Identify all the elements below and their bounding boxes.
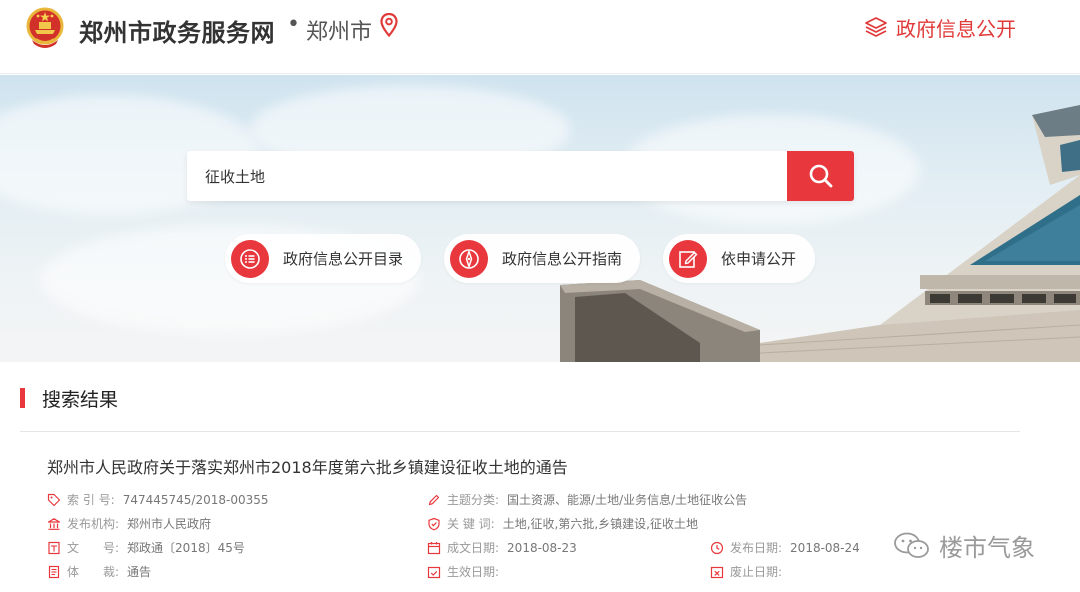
meta-value: 通告 bbox=[127, 565, 152, 579]
quick-link-label: 政府信息公开目录 bbox=[282, 250, 403, 268]
meta-value: 土地,征收,第六批,乡镇建设,征收土地 bbox=[502, 517, 698, 531]
meta-key: 索 引 号: bbox=[67, 493, 115, 507]
city-name[interactable]: 郑州市 bbox=[306, 14, 372, 46]
gov-info-disclosure-label: 政府信息公开 bbox=[896, 16, 1016, 41]
meta-value: 郑州市人民政府 bbox=[127, 517, 212, 531]
meta-publish-date: 发布日期: 2018-08-24 bbox=[710, 539, 860, 556]
national-emblem-logo[interactable] bbox=[24, 6, 66, 50]
page: 郑州市政务服务网 • 郑州市 政府信息公开 征收土地 政府信息公开目录 政府信息… bbox=[0, 0, 1080, 592]
meta-index-number: 索 引 号: 747445745/2018-00355 bbox=[47, 491, 269, 508]
quick-link-disclosure-guide[interactable]: 政府信息公开指南 bbox=[444, 234, 640, 283]
tag-icon bbox=[47, 493, 61, 506]
building-illustration bbox=[560, 105, 1080, 362]
list-icon bbox=[231, 239, 269, 278]
meta-publishing-org: 发布机构: 郑州市人民政府 bbox=[47, 515, 211, 532]
meta-value: 2018-08-23 bbox=[507, 540, 577, 555]
watermark-text: 楼市气象 bbox=[939, 534, 1035, 562]
meta-key: 废止日期: bbox=[730, 565, 783, 579]
shield-icon bbox=[428, 517, 440, 530]
meta-key: 文 号: bbox=[67, 541, 120, 555]
compass-icon bbox=[450, 239, 488, 278]
section-marker bbox=[20, 388, 25, 408]
results-heading: 搜索结果 bbox=[42, 389, 119, 411]
file-icon bbox=[48, 565, 60, 578]
quick-link-label: 政府信息公开指南 bbox=[501, 250, 622, 268]
meta-document-number: 文 号: 郑政通〔2018〕45号 bbox=[47, 539, 245, 556]
meta-keywords: 关 键 词: 土地,征收,第六批,乡镇建设,征收土地 bbox=[427, 515, 698, 532]
meta-value: 2018-08-24 bbox=[790, 540, 860, 555]
result-title-link[interactable]: 郑州市人民政府关于落实郑州市2018年度第六批乡镇建设征收土地的通告 bbox=[47, 454, 568, 478]
document-icon bbox=[48, 541, 60, 554]
meta-key: 体 裁: bbox=[67, 565, 120, 579]
quick-link-disclosure-catalog[interactable]: 政府信息公开目录 bbox=[225, 234, 421, 283]
meta-key: 关 键 词: bbox=[447, 517, 495, 531]
clock-icon bbox=[710, 541, 724, 554]
layers-icon bbox=[865, 17, 887, 37]
pencil-icon bbox=[428, 494, 440, 505]
divider bbox=[20, 431, 1020, 432]
meta-key: 发布机构: bbox=[67, 517, 120, 531]
meta-category: 主题分类: 国土资源、能源/土地/业务信息/土地征收公告 bbox=[427, 491, 747, 508]
wechat-icon bbox=[894, 532, 929, 558]
search-button[interactable] bbox=[787, 151, 854, 201]
watermark: 楼市气象 bbox=[893, 528, 1035, 563]
meta-effective-date: 生效日期: bbox=[427, 563, 507, 580]
meta-value: 国土资源、能源/土地/业务信息/土地征收公告 bbox=[507, 493, 748, 507]
meta-value: 郑政通〔2018〕45号 bbox=[127, 541, 245, 555]
calendar-check-icon bbox=[427, 566, 441, 578]
meta-key: 主题分类: bbox=[447, 493, 500, 507]
meta-genre: 体 裁: 通告 bbox=[47, 563, 151, 580]
gov-info-disclosure-link[interactable]: 政府信息公开 bbox=[864, 12, 1016, 42]
meta-expiry-date: 废止日期: bbox=[710, 563, 790, 580]
building-icon bbox=[47, 517, 61, 530]
meta-written-date: 成文日期: 2018-08-23 bbox=[427, 539, 577, 556]
meta-key: 发布日期: bbox=[730, 541, 783, 555]
site-header: 郑州市政务服务网 • 郑州市 政府信息公开 bbox=[0, 0, 1080, 74]
quick-link-label: 依申请公开 bbox=[721, 250, 797, 268]
title-separator: • bbox=[287, 12, 300, 37]
meta-key: 生效日期: bbox=[447, 565, 500, 579]
location-pin-icon[interactable] bbox=[380, 13, 398, 37]
search-box bbox=[187, 151, 854, 201]
calendar-icon bbox=[427, 541, 441, 554]
meta-key: 成文日期: bbox=[447, 541, 500, 555]
search-input[interactable] bbox=[187, 151, 787, 201]
meta-value: 747445745/2018-00355 bbox=[122, 492, 269, 507]
site-title[interactable]: 郑州市政务服务网 bbox=[79, 13, 275, 48]
search-icon bbox=[809, 164, 832, 188]
calendar-x-icon bbox=[710, 566, 724, 578]
hero-banner: 政府信息公开目录 政府信息公开指南 依申请公开 bbox=[0, 75, 1080, 362]
edit-icon bbox=[669, 239, 707, 278]
quick-link-apply-disclosure[interactable]: 依申请公开 bbox=[663, 234, 815, 283]
